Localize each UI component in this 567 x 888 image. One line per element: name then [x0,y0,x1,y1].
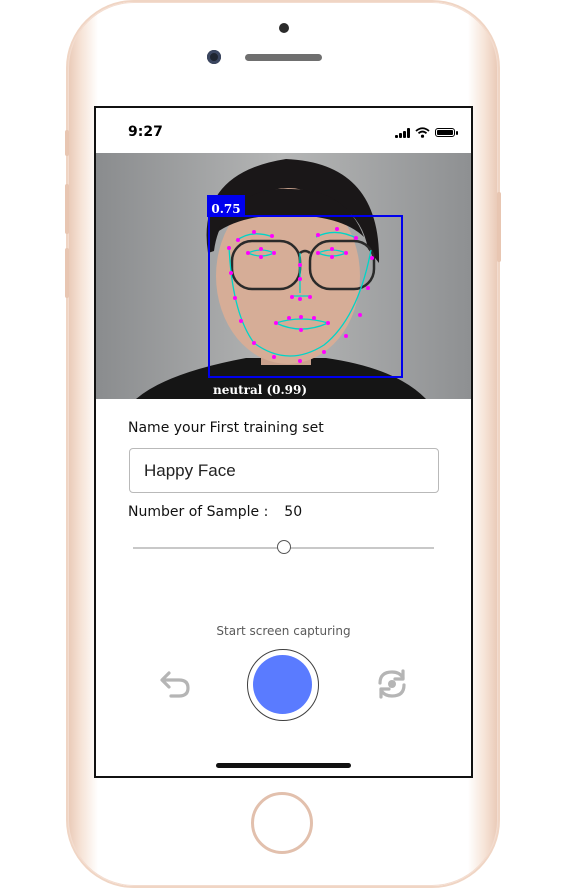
shutter-fill [253,655,312,714]
power-button [497,192,501,262]
app-screen: 9:27 0.75 neutral (0.99) Name your First… [94,106,473,778]
face-detection-overlay [96,153,471,399]
ringer-switch [65,130,69,156]
detection-score-badge: 0.75 [207,195,245,217]
earpiece-speaker [245,54,322,61]
samples-value: 50 [284,504,303,520]
training-set-label: Name your First training set [128,420,324,436]
proximity-sensor [279,23,289,33]
samples-row: Number of Sample : 50 [128,504,302,520]
volume-up-button [65,184,69,234]
status-icons [395,127,458,138]
home-button[interactable] [251,792,313,854]
camera-preview: 0.75 neutral (0.99) [96,153,471,399]
samples-label: Number of Sample : [128,504,269,520]
undo-icon[interactable] [158,666,192,700]
battery-icon [435,128,458,137]
emotion-label: neutral (0.99) [213,383,308,397]
wifi-icon [415,127,430,138]
capture-label: Start screen capturing [216,624,351,638]
front-camera [207,50,221,64]
volume-down-button [65,248,69,298]
status-time: 9:27 [128,124,163,140]
shutter-button[interactable] [247,649,319,721]
home-indicator [216,763,351,768]
training-set-name-input[interactable] [129,448,439,493]
switch-camera-icon[interactable] [374,666,410,702]
samples-slider-thumb[interactable] [276,540,291,554]
signal-icon [395,127,410,138]
